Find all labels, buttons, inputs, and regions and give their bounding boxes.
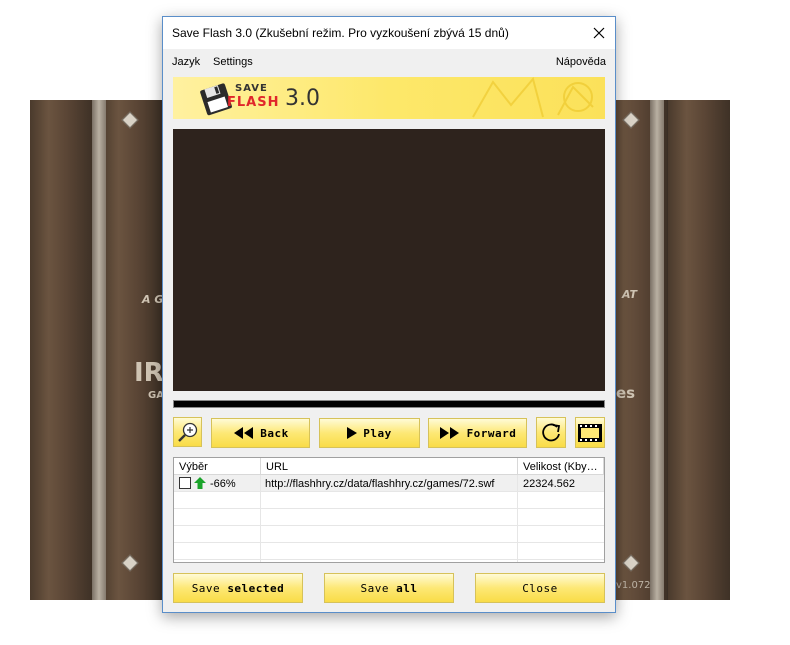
column-header-vyber[interactable]: Výběr xyxy=(174,458,261,475)
close-button[interactable]: Close xyxy=(475,573,605,603)
back-label: Back xyxy=(260,426,289,440)
back-button[interactable]: Back xyxy=(211,418,310,448)
play-label: Play xyxy=(363,426,392,440)
close-window-button[interactable] xyxy=(583,17,615,49)
zoom-in-icon xyxy=(177,422,197,442)
refresh-icon xyxy=(542,423,561,441)
game-text: AT xyxy=(622,288,637,301)
playback-progress-bar[interactable] xyxy=(173,400,605,408)
table-row[interactable]: -66% http://flashhry.cz/data/flashhry.cz… xyxy=(174,475,604,492)
up-arrow-icon xyxy=(194,477,206,489)
column-header-size[interactable]: Velikost (Kby… xyxy=(518,458,604,475)
logo-save-text: SAVE xyxy=(235,83,268,94)
row-url: http://flashhry.cz/data/flashhry.cz/game… xyxy=(265,478,495,490)
metal-rail xyxy=(650,100,664,600)
game-version: v1.072 xyxy=(616,580,651,591)
window-title: Save Flash 3.0 (Zkušební režim. Pro vyzk… xyxy=(172,26,509,40)
wood-plank xyxy=(30,100,92,600)
wood-plank xyxy=(668,100,730,600)
play-button[interactable]: Play xyxy=(319,418,420,448)
save-selected-label-b: selected xyxy=(227,581,285,595)
menu-help[interactable]: Nápověda xyxy=(556,56,606,68)
play-icon xyxy=(347,427,358,439)
column-header-url[interactable]: URL xyxy=(261,458,518,475)
close-label: Close xyxy=(522,581,558,595)
game-text: es xyxy=(616,384,636,402)
row-percent: -66% xyxy=(210,478,236,490)
film-strip-icon xyxy=(578,423,602,442)
flash-preview[interactable] xyxy=(173,129,605,391)
column-divider xyxy=(260,475,261,562)
save-all-button[interactable]: Save all xyxy=(324,573,454,603)
zoom-button[interactable] xyxy=(173,417,202,447)
empty-row xyxy=(174,526,604,543)
save-selected-button[interactable]: Save selected xyxy=(173,573,303,603)
row-checkbox[interactable] xyxy=(179,477,191,489)
column-divider xyxy=(517,475,518,562)
menu-bar: Jazyk Settings Nápověda xyxy=(163,49,615,75)
menu-settings[interactable]: Settings xyxy=(213,56,253,68)
refresh-button[interactable] xyxy=(536,417,566,448)
empty-row xyxy=(174,543,604,560)
logo-flash-text: FLASH xyxy=(227,95,280,110)
close-icon xyxy=(593,27,605,39)
save-all-label-a: Save xyxy=(360,581,397,595)
fast-forward-icon xyxy=(439,427,459,439)
game-text: A G xyxy=(142,293,164,306)
wood-plank xyxy=(100,100,162,600)
metal-rail xyxy=(92,100,106,600)
file-list[interactable]: Výběr URL Velikost (Kby… -66% http://fla… xyxy=(173,457,605,563)
forward-button[interactable]: Forward xyxy=(428,418,527,448)
menu-jazyk[interactable]: Jazyk xyxy=(172,56,200,68)
logo-banner: SAVE FLASH 3.0 xyxy=(173,77,605,119)
save-all-label-b: all xyxy=(396,581,418,595)
film-button[interactable] xyxy=(575,417,605,448)
logo-version-text: 3.0 xyxy=(285,86,320,111)
row-size: 22324.562 xyxy=(523,478,575,490)
save-selected-label-a: Save xyxy=(191,581,228,595)
forward-label: Forward xyxy=(466,426,517,440)
empty-row xyxy=(174,509,604,526)
save-flash-window: Save Flash 3.0 (Zkušební režim. Pro vyzk… xyxy=(162,16,616,613)
rewind-icon xyxy=(234,427,254,439)
empty-row xyxy=(174,492,604,509)
title-bar[interactable]: Save Flash 3.0 (Zkušební režim. Pro vyzk… xyxy=(163,17,615,49)
